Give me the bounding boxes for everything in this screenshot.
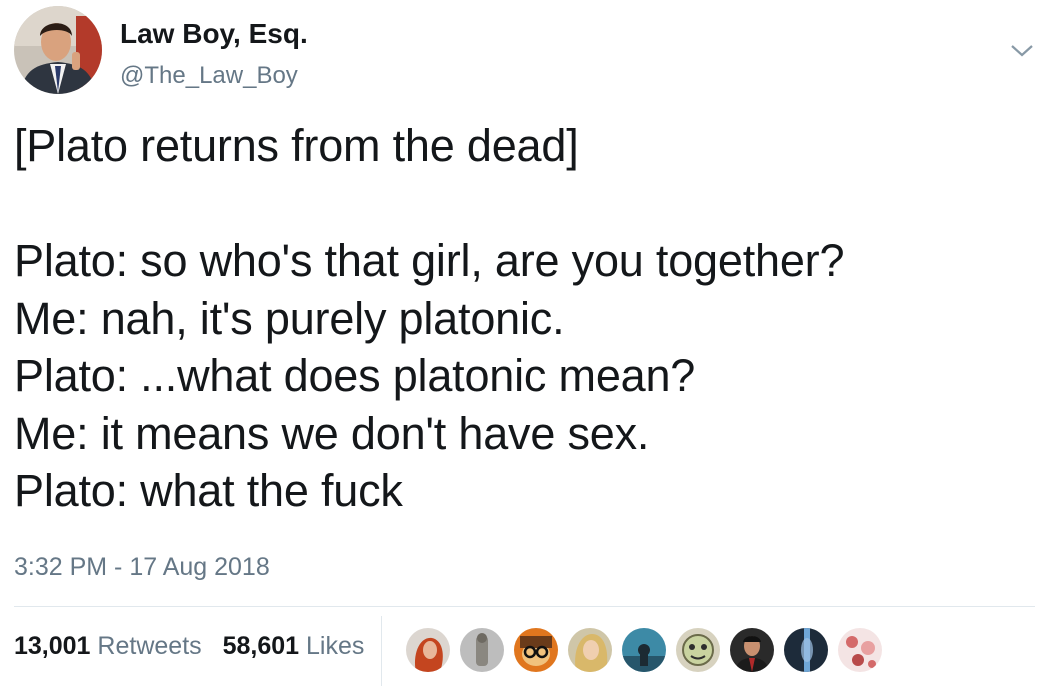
- author-avatar-icon: [14, 6, 102, 94]
- illustrated-face-avatar-icon[interactable]: [674, 626, 722, 674]
- grey-figure-avatar-icon[interactable]: [458, 626, 506, 674]
- pink-pattern-avatar-icon[interactable]: [836, 626, 884, 674]
- dark-portrait-avatar-icon[interactable]: [782, 626, 830, 674]
- tweet-line: Plato: what the fuck: [14, 465, 403, 516]
- tweet-line: Me: nah, it's purely platonic.: [14, 292, 565, 344]
- teal-landscape-avatar-icon[interactable]: [620, 626, 668, 674]
- suit-man-avatar-icon[interactable]: [728, 626, 776, 674]
- likes-label: Likes: [306, 632, 365, 660]
- tweet-header: Law Boy, Esq. @The_Law_Boy: [14, 6, 1044, 96]
- likes-count: 58,601: [222, 632, 300, 660]
- tweet-stats: 13,001 Retweets 58,601 Likes: [14, 632, 364, 661]
- divider: [14, 606, 1035, 607]
- tweet-timestamp[interactable]: 3:32 PM - 17 Aug 2018: [14, 553, 270, 582]
- tweet-text: [Plato returns from the dead] Plato: so …: [14, 117, 1034, 520]
- author-name[interactable]: Law Boy, Esq.: [120, 18, 308, 50]
- chevron-down-icon[interactable]: [1008, 40, 1036, 60]
- tweet-line: Plato: so who's that girl, are you toget…: [14, 235, 845, 286]
- tweet-line: Plato: ...what does platonic mean?: [14, 350, 696, 401]
- author-handle[interactable]: @The_Law_Boy: [120, 62, 298, 90]
- retweets-count: 13,001: [14, 632, 91, 660]
- red-hair-avatar-icon[interactable]: [404, 626, 452, 674]
- tweet-line: [Plato returns from the dead]: [14, 120, 579, 171]
- retweets-stat[interactable]: 13,001 Retweets: [14, 632, 202, 661]
- tweet-line: Me: it means we don't have sex.: [14, 407, 650, 459]
- stats-separator: [381, 616, 382, 686]
- blonde-avatar-icon[interactable]: [566, 626, 614, 674]
- author-avatar[interactable]: [14, 6, 102, 94]
- retweets-label: Retweets: [97, 632, 202, 660]
- likes-stat[interactable]: 58,601 Likes: [223, 632, 365, 661]
- glasses-cartoon-avatar-icon[interactable]: [512, 626, 560, 674]
- tweet-line: [14, 175, 1034, 233]
